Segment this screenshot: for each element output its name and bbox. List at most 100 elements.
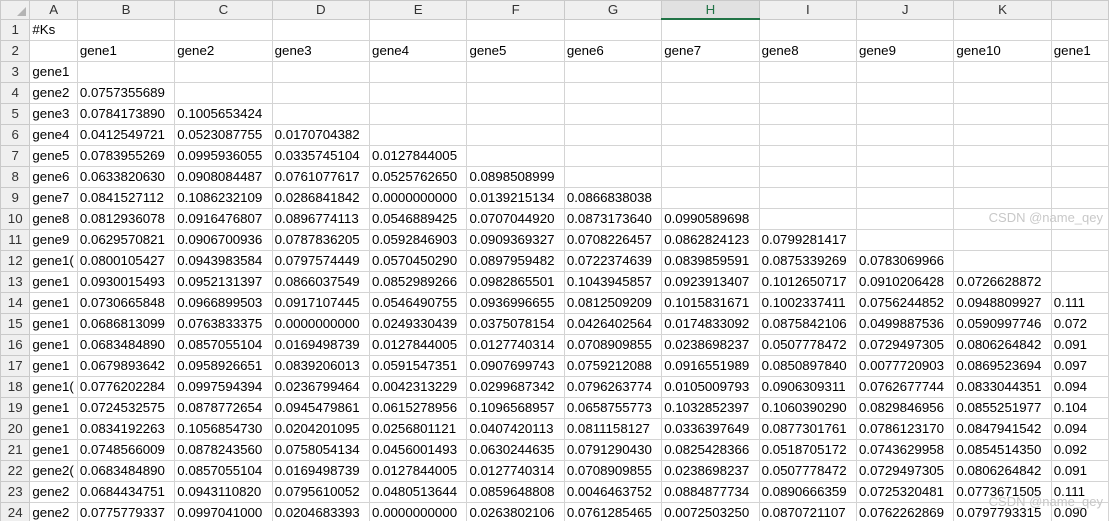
cell[interactable]: gene4: [29, 123, 78, 146]
cell[interactable]: [1050, 81, 1109, 104]
cell[interactable]: 0.0906700936: [174, 228, 273, 251]
cell[interactable]: [1050, 102, 1109, 125]
cell[interactable]: gene9: [855, 39, 955, 62]
cell[interactable]: [758, 102, 858, 125]
cell[interactable]: [953, 144, 1052, 167]
cell[interactable]: 0.0518705172: [758, 438, 858, 461]
cell[interactable]: 0.0795610052: [271, 480, 371, 503]
column-header[interactable]: C: [174, 0, 273, 20]
cell[interactable]: gene1: [29, 60, 78, 83]
cell[interactable]: 0.0105009793: [661, 375, 760, 398]
cell[interactable]: [466, 60, 565, 83]
cell[interactable]: 0.0686813099: [76, 312, 176, 335]
cell[interactable]: 0.072: [1050, 312, 1109, 335]
cell[interactable]: gene2: [29, 501, 78, 521]
cell[interactable]: 0.0829846956: [855, 396, 955, 419]
cell[interactable]: 0.092: [1050, 438, 1109, 461]
cell[interactable]: 0.0000000000: [271, 312, 371, 335]
cell[interactable]: 0.0708909855: [563, 333, 663, 356]
cell[interactable]: gene6: [563, 39, 663, 62]
cell[interactable]: 0.0834192263: [76, 417, 176, 440]
cell[interactable]: 0.0855251977: [953, 396, 1052, 419]
cell[interactable]: 0.0783069966: [855, 249, 955, 272]
cell[interactable]: 0.0857055104: [174, 333, 273, 356]
cell[interactable]: gene2: [174, 39, 273, 62]
cell[interactable]: 0.0997041000: [174, 501, 273, 521]
cell[interactable]: 0.0072503250: [661, 501, 760, 521]
cell[interactable]: 0.0729497305: [855, 459, 955, 482]
cell[interactable]: 0.0590997746: [953, 312, 1052, 335]
cell[interactable]: 0.1086232109: [174, 186, 273, 209]
cell[interactable]: 0.0127740314: [466, 333, 565, 356]
cell[interactable]: 0.0204683393: [271, 501, 371, 521]
cell[interactable]: [1050, 207, 1109, 230]
cell[interactable]: 0.0875339269: [758, 249, 858, 272]
cell[interactable]: gene6: [29, 165, 78, 188]
cell[interactable]: 0.0592846903: [369, 228, 468, 251]
cell[interactable]: gene10: [953, 39, 1052, 62]
cell[interactable]: 0.0897959482: [466, 249, 565, 272]
cell[interactable]: [1050, 123, 1109, 146]
column-header[interactable]: E: [369, 0, 468, 20]
row-header[interactable]: 12: [0, 249, 31, 272]
cell[interactable]: [855, 102, 955, 125]
cell[interactable]: 0.0139215134: [466, 186, 565, 209]
cell[interactable]: 0.0763833375: [174, 312, 273, 335]
cell[interactable]: [661, 186, 760, 209]
cell[interactable]: 0.0683484890: [76, 333, 176, 356]
cell[interactable]: 0.0916476807: [174, 207, 273, 230]
cell[interactable]: [1050, 18, 1109, 41]
cell[interactable]: 0.0238698237: [661, 459, 760, 482]
cell[interactable]: 0.0952131397: [174, 270, 273, 293]
cell[interactable]: 0.0335745104: [271, 144, 371, 167]
cell[interactable]: 0.1015831671: [661, 291, 760, 314]
cell[interactable]: 0.104: [1050, 396, 1109, 419]
row-header[interactable]: 13: [0, 270, 31, 293]
column-header[interactable]: D: [271, 0, 371, 20]
row-header[interactable]: 3: [0, 60, 31, 83]
cell[interactable]: 0.0726628872: [953, 270, 1052, 293]
cell[interactable]: 0.0757355689: [76, 81, 176, 104]
cell[interactable]: 0.0773671505: [953, 480, 1052, 503]
cell[interactable]: 0.0758054134: [271, 438, 371, 461]
cell[interactable]: [271, 81, 371, 104]
cell[interactable]: 0.0869523694: [953, 354, 1052, 377]
cell[interactable]: [855, 228, 955, 251]
cell[interactable]: 0.0847941542: [953, 417, 1052, 440]
cell[interactable]: [563, 60, 663, 83]
cell[interactable]: [466, 18, 565, 41]
cell[interactable]: 0.0806264842: [953, 459, 1052, 482]
cell[interactable]: gene1: [29, 291, 78, 314]
cell[interactable]: 0.0997594394: [174, 375, 273, 398]
cell[interactable]: [271, 18, 371, 41]
cell[interactable]: 0.0679893642: [76, 354, 176, 377]
cell[interactable]: 0.0857055104: [174, 459, 273, 482]
cell[interactable]: 0.0877301761: [758, 417, 858, 440]
column-header[interactable]: H: [661, 0, 760, 20]
cell[interactable]: 0.094: [1050, 375, 1109, 398]
cell[interactable]: 0.0907699743: [466, 354, 565, 377]
cell[interactable]: 0.0630244635: [466, 438, 565, 461]
cell[interactable]: gene1: [29, 417, 78, 440]
row-header[interactable]: 22: [0, 459, 31, 482]
cell[interactable]: 0.0850897840: [758, 354, 858, 377]
cell[interactable]: 0.0852989266: [369, 270, 468, 293]
cell[interactable]: 0.097: [1050, 354, 1109, 377]
cell[interactable]: 0.0480513644: [369, 480, 468, 503]
cell[interactable]: gene3: [271, 39, 371, 62]
cell[interactable]: 0.0982865501: [466, 270, 565, 293]
cell[interactable]: [661, 144, 760, 167]
cell[interactable]: [953, 249, 1052, 272]
cell[interactable]: 0.0990589698: [661, 207, 760, 230]
cell[interactable]: [563, 165, 663, 188]
cell[interactable]: 0.0866037549: [271, 270, 371, 293]
row-header[interactable]: 24: [0, 501, 31, 521]
cell[interactable]: 0.0249330439: [369, 312, 468, 335]
cell[interactable]: [855, 207, 955, 230]
cell[interactable]: [563, 102, 663, 125]
cell[interactable]: 0.0884877734: [661, 480, 760, 503]
cell[interactable]: 0.0916551989: [661, 354, 760, 377]
cell[interactable]: 0.0806264842: [953, 333, 1052, 356]
cell[interactable]: 0.0875842106: [758, 312, 858, 335]
cell[interactable]: 0.0784173890: [76, 102, 176, 125]
